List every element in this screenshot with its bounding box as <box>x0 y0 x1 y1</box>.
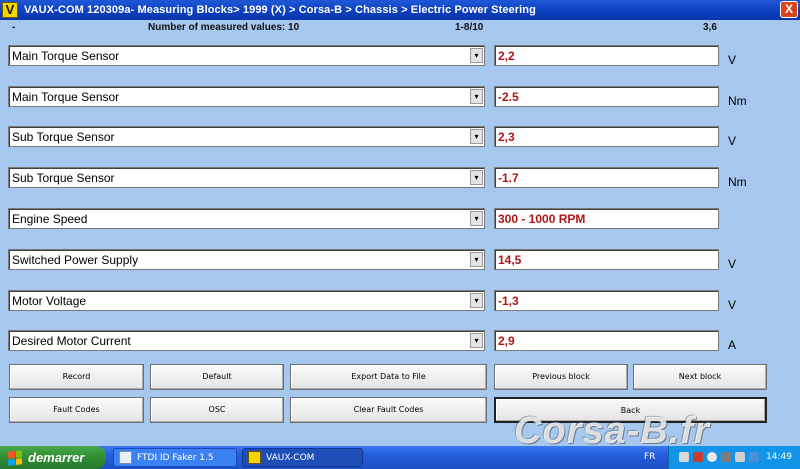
measurement-unit: V <box>728 134 737 148</box>
measurement-unit: V <box>728 53 737 67</box>
measured-count: Number of measured values: 10 <box>148 22 300 33</box>
next-block-button[interactable]: Next block <box>633 364 767 390</box>
measurement-label: Desired Motor Current <box>12 334 131 348</box>
measurement-select[interactable]: Switched Power Supply ▾ <box>8 249 485 270</box>
start-label: demarrer <box>28 450 85 465</box>
dropdown-arrow-icon[interactable]: ▾ <box>470 211 483 226</box>
measurement-select[interactable]: Sub Torque Sensor ▾ <box>8 167 485 188</box>
clock: 14:49 <box>766 452 792 462</box>
measurement-label: Main Torque Sensor <box>12 90 120 104</box>
taskbar: demarrer FTDI ID Faker 1.5 VAUX-COM FR 1… <box>0 446 800 469</box>
measurement-value: -2.5 <box>498 90 519 104</box>
measurement-label: Sub Torque Sensor <box>12 130 115 144</box>
measurement-value-box: -1.7 <box>494 167 719 188</box>
measurement-row: Engine Speed ▾ 300 - 1000 RPM <box>8 208 748 230</box>
fault-codes-button[interactable]: Fault Codes <box>9 397 144 423</box>
dropdown-arrow-icon[interactable]: ▾ <box>470 252 483 267</box>
dropdown-arrow-icon[interactable]: ▾ <box>470 48 483 63</box>
measurement-value-box: 2,3 <box>494 126 719 147</box>
antivirus-icon[interactable] <box>707 452 717 462</box>
measurement-unit: A <box>728 338 737 352</box>
measurement-label: Switched Power Supply <box>12 253 139 267</box>
osc-button[interactable]: OSC <box>150 397 284 423</box>
measurement-select[interactable]: Main Torque Sensor ▾ <box>8 86 485 107</box>
system-tray: 14:49 <box>668 446 800 469</box>
default-button[interactable]: Default <box>150 364 284 390</box>
measurement-value: 14,5 <box>498 253 522 267</box>
vauxcom-logo-icon: V <box>2 2 18 18</box>
window-title: VAUX-COM 120309a- Measuring Blocks> 1999… <box>24 4 536 16</box>
usb-device-icon[interactable] <box>721 452 731 462</box>
language-indicator[interactable]: FR <box>644 452 655 462</box>
measurement-value-box: 14,5 <box>494 249 719 270</box>
measurement-value: 2,3 <box>498 130 515 144</box>
measurement-select[interactable]: Engine Speed ▾ <box>8 208 485 229</box>
measurement-value: -1,3 <box>498 294 519 308</box>
measurement-row: Desired Motor Current ▾ 2,9 A <box>8 330 748 352</box>
measurement-value-box: 2,2 <box>494 45 719 66</box>
info-value: 3,6 <box>703 22 717 33</box>
measurement-label: Engine Speed <box>12 212 88 226</box>
measurement-select[interactable]: Desired Motor Current ▾ <box>8 330 485 351</box>
page-indicator: 1-8/10 <box>455 22 484 33</box>
window-icon <box>119 451 132 464</box>
measurement-value: 2,2 <box>498 49 515 63</box>
measurement-row: Main Torque Sensor ▾ -2.5 Nm <box>8 86 748 108</box>
measurement-label: Main Torque Sensor <box>12 49 120 63</box>
previous-block-button[interactable]: Previous block <box>494 364 628 390</box>
close-button[interactable]: X <box>780 1 798 18</box>
taskbar-item-vauxcom[interactable]: VAUX-COM <box>242 448 363 467</box>
volume-icon[interactable] <box>735 452 745 462</box>
dropdown-arrow-icon[interactable]: ▾ <box>470 333 483 348</box>
measurement-row: Main Torque Sensor ▾ 2,2 V <box>8 45 748 67</box>
record-button[interactable]: Record <box>9 364 144 390</box>
measurement-row: Switched Power Supply ▾ 14,5 V <box>8 249 748 271</box>
measurement-value: 2,9 <box>498 334 515 348</box>
dropdown-arrow-icon[interactable]: ▾ <box>470 129 483 144</box>
measurement-row: Sub Torque Sensor ▾ 2,3 V <box>8 126 748 148</box>
network-icon[interactable] <box>679 452 689 462</box>
windows-logo-icon <box>8 449 22 466</box>
measurement-select[interactable]: Motor Voltage ▾ <box>8 290 485 311</box>
measurement-value-box: 2,9 <box>494 330 719 351</box>
clear-fault-codes-button[interactable]: Clear Fault Codes <box>290 397 487 423</box>
export-data-button[interactable]: Export Data to File <box>290 364 487 390</box>
security-alert-icon[interactable] <box>693 452 703 462</box>
vauxcom-icon <box>248 451 261 464</box>
measurement-value: -1.7 <box>498 171 519 185</box>
measurement-label: Motor Voltage <box>12 294 87 308</box>
measurement-select[interactable]: Sub Torque Sensor ▾ <box>8 126 485 147</box>
task-label: VAUX-COM <box>266 452 315 463</box>
measurement-row: Sub Torque Sensor ▾ -1.7 Nm <box>8 167 748 189</box>
measurement-unit: V <box>728 298 737 312</box>
title-bar: V VAUX-COM 120309a- Measuring Blocks> 19… <box>0 0 800 20</box>
measurement-select[interactable]: Main Torque Sensor ▾ <box>8 45 485 66</box>
measurement-unit: Nm <box>728 94 747 108</box>
measurement-value: 300 - 1000 RPM <box>498 212 586 226</box>
taskbar-item-ftdi[interactable]: FTDI ID Faker 1.5 <box>113 448 237 467</box>
measurement-unit: Nm <box>728 175 747 189</box>
back-button[interactable]: Back <box>494 397 767 423</box>
measurement-label: Sub Torque Sensor <box>12 171 115 185</box>
measurement-value-box: -1,3 <box>494 290 719 311</box>
task-label: FTDI ID Faker 1.5 <box>137 452 214 463</box>
dropdown-arrow-icon[interactable]: ▾ <box>470 293 483 308</box>
info-dash: - <box>12 22 16 33</box>
measurement-value-box: -2.5 <box>494 86 719 107</box>
dropdown-arrow-icon[interactable]: ▾ <box>470 170 483 185</box>
dropdown-arrow-icon[interactable]: ▾ <box>470 89 483 104</box>
info-row: - Number of measured values: 10 1-8/10 3… <box>0 22 800 36</box>
measurement-value-box: 300 - 1000 RPM <box>494 208 719 229</box>
measurement-row: Motor Voltage ▾ -1,3 V <box>8 290 748 312</box>
display-icon[interactable] <box>749 452 759 462</box>
start-button[interactable]: demarrer <box>0 446 106 469</box>
measurement-unit: V <box>728 257 737 271</box>
